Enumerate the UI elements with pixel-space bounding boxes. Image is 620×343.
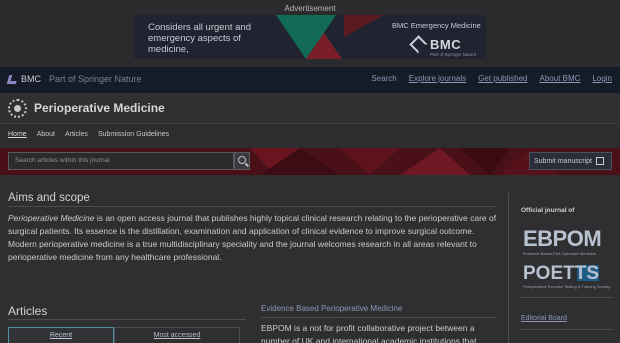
search-icon-handle <box>245 162 249 167</box>
advertisement-text: Considers all urgent and emergency aspec… <box>148 22 251 55</box>
ebpom-logo-text: EBPOM <box>523 226 602 251</box>
subnav-home[interactable]: Home <box>8 131 27 148</box>
brand-name: BMC <box>21 74 41 84</box>
journal-logo-icon[interactable] <box>8 99 27 118</box>
nav-search[interactable]: Search <box>371 74 396 83</box>
subnav-articles[interactable]: Articles <box>65 131 88 148</box>
ebpom-body: EBPOM is a not for profit collaborative … <box>261 323 477 343</box>
journal-header: Perioperative Medicine <box>0 93 620 124</box>
submit-manuscript-button[interactable]: Submit manuscript <box>529 152 612 170</box>
nav-explore-journals[interactable]: Explore journals <box>409 74 466 83</box>
official-journal-label: Official journal of <box>521 207 575 214</box>
advertisement-label: Advertisement <box>284 4 336 13</box>
ebpom-logo[interactable]: EBPOM <box>523 226 602 252</box>
divider <box>261 317 496 318</box>
advertisement-brand: BMC Emergency Medicine <box>392 21 481 30</box>
nav-get-published[interactable]: Get published <box>478 74 527 83</box>
bmc-logo-icon <box>6 74 19 84</box>
divider <box>521 297 613 298</box>
external-link-icon <box>595 157 604 165</box>
tab-most-accessed[interactable]: Most accessed <box>114 327 240 343</box>
journal-title[interactable]: Perioperative Medicine <box>34 101 165 115</box>
subnav-submission-guidelines[interactable]: Submission Guidelines <box>98 131 169 148</box>
brand-suffix: Part of Springer Nature <box>49 74 142 84</box>
top-navigation: BMC Part of Springer Nature Search Explo… <box>0 67 620 93</box>
advertisement-logo: BMC <box>430 37 462 52</box>
articles-title: Articles <box>8 304 48 318</box>
nav-links: Search Explore journals Get published Ab… <box>371 74 612 83</box>
ebpom-link[interactable]: Evidence Based Perioperative Medicine <box>261 304 402 313</box>
bmc-logo-icon <box>409 35 428 54</box>
nav-login[interactable]: Login <box>592 74 612 83</box>
brand[interactable]: BMC Part of Springer Nature <box>6 74 142 84</box>
aims-body: Perioperative Medicine is an open access… <box>8 212 498 264</box>
sidebar: Official journal of EBPOM Evidence Based… <box>508 193 620 343</box>
page: Advertisement Considers all urgent and e… <box>0 0 620 343</box>
search-band: Search articles within this journal Subm… <box>0 148 620 175</box>
tab-recent[interactable]: Recent <box>8 327 114 343</box>
aims-journal-name: Perioperative Medicine <box>8 213 95 223</box>
advertisement-sub: Part of Springer Nature <box>430 52 477 57</box>
submit-manuscript-label: Submit manuscript <box>534 157 592 165</box>
advertisement-banner[interactable]: Considers all urgent and emergency aspec… <box>134 15 486 59</box>
aims-title: Aims and scope <box>8 192 90 204</box>
poetts-logo-sub: Perioperative Exercise Testing & Trainin… <box>523 284 611 289</box>
divider <box>521 329 613 330</box>
search-input[interactable]: Search articles within this journal <box>8 152 234 170</box>
ebpom-logo-sub: Evidence Based Peri-Operative Medicine <box>523 251 596 256</box>
divider <box>8 319 246 320</box>
poetts-logo[interactable]: POETTS <box>523 263 599 285</box>
divider <box>8 206 496 207</box>
search-button[interactable] <box>234 152 250 170</box>
subnav-about[interactable]: About <box>37 131 55 148</box>
editorial-board-link[interactable]: Editorial Board <box>521 315 567 322</box>
journal-subnav: Home About Articles Submission Guideline… <box>0 124 620 148</box>
decorative-triangle <box>306 33 342 59</box>
nav-about-bmc[interactable]: About BMC <box>540 74 581 83</box>
decorative-triangle <box>344 15 384 37</box>
